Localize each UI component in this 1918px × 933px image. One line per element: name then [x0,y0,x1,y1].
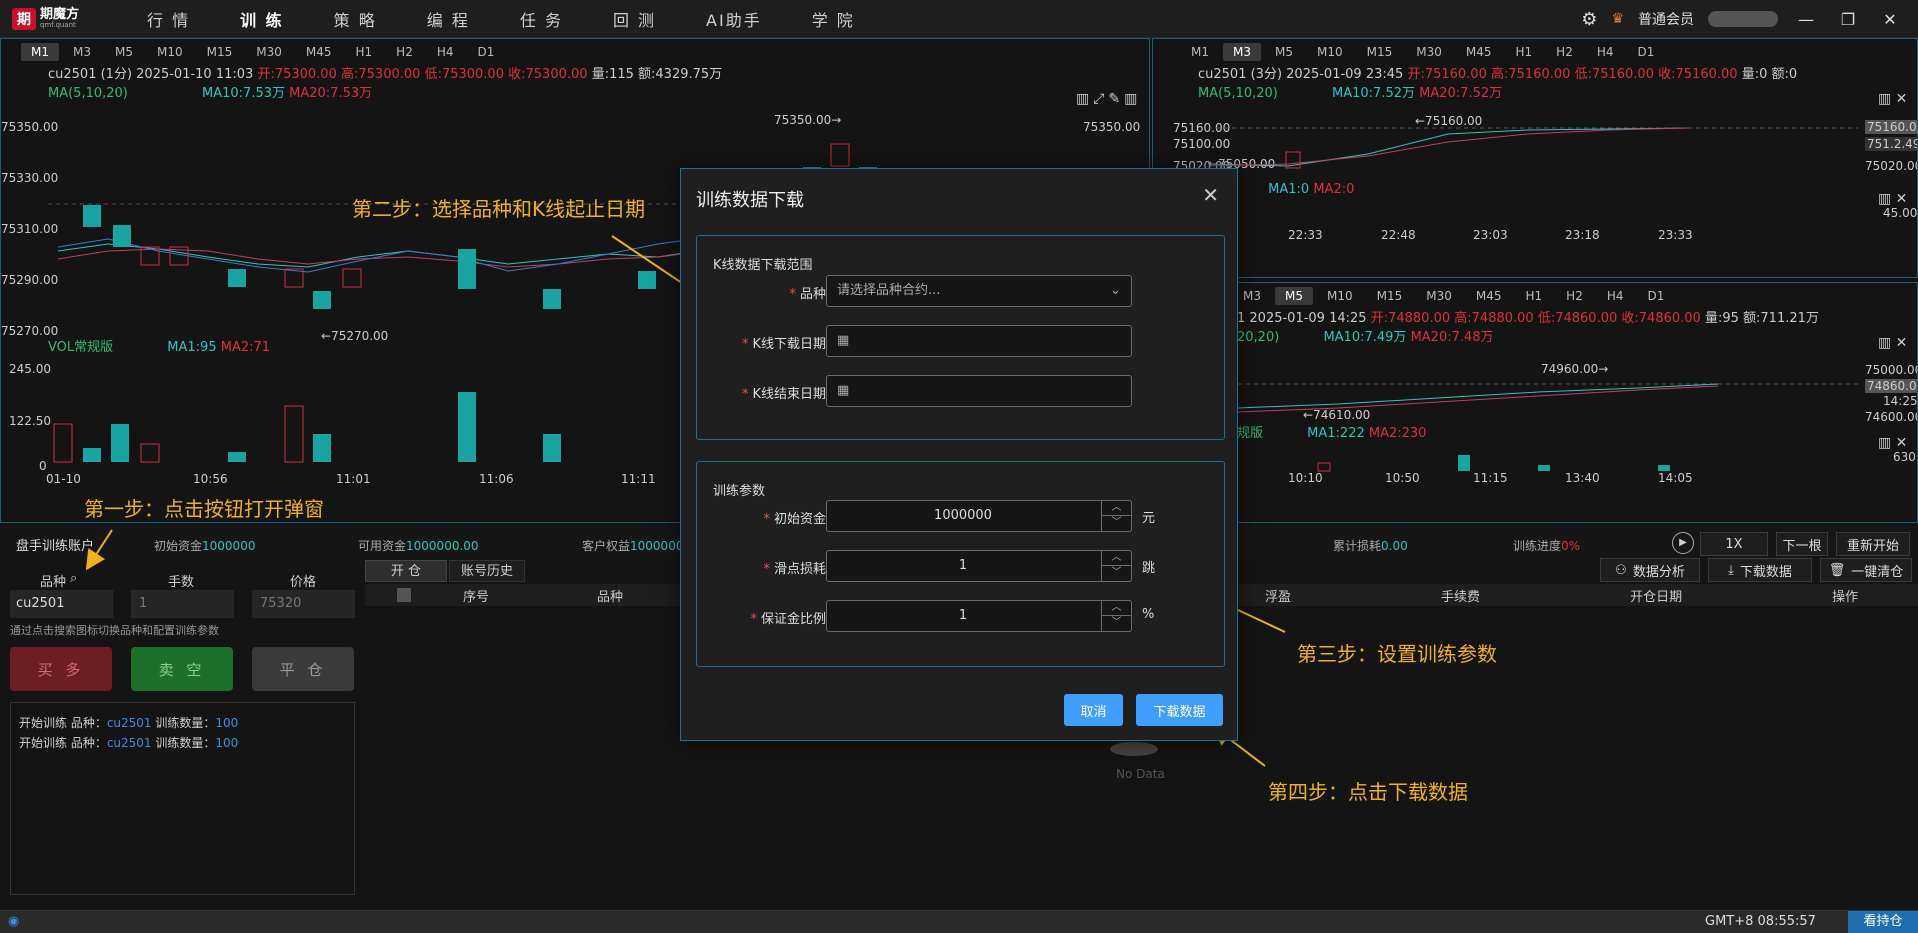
download-data-button[interactable]: 下载数据 [1136,694,1223,726]
symbol-select[interactable]: 请选择品种合约... ⌄ [826,275,1132,307]
training-params-title: 训练参数 [713,484,766,499]
start-date-input[interactable]: ▦ [826,325,1132,357]
capital-stepper[interactable]: ︿ ﹀ [1101,501,1131,531]
chevron-down-icon: ⌄ [1110,283,1121,298]
calendar-icon: ▦ [837,333,850,348]
chevron-down-icon[interactable]: ﹀ [1102,516,1131,531]
kline-range-title: K线数据下载范围 [713,258,813,273]
end-date-input[interactable]: ▦ [826,375,1132,407]
symbol-row: * 品种 请选择品种合约... ⌄ [697,275,1226,307]
close-icon[interactable]: ✕ [1202,183,1219,207]
slippage-unit: 跳 [1142,561,1156,576]
chevron-down-icon[interactable]: ﹀ [1102,616,1131,631]
start-date-row: * K线下载日期 ▦ [697,325,1226,357]
chevron-down-icon[interactable]: ﹀ [1102,566,1131,581]
chevron-up-icon[interactable]: ︿ [1102,601,1131,616]
end-date-row: * K线结束日期 ▦ [697,375,1226,407]
slippage-label: * 滑点损耗 [763,562,826,577]
margin-unit: % [1142,607,1155,622]
margin-label: * 保证金比例 [750,612,826,627]
margin-stepper[interactable]: ︿ ﹀ [1101,601,1131,631]
margin-row: * 保证金比例 1 ︿ ﹀ % [697,600,1226,632]
end-date-label: * K线结束日期 [741,387,826,402]
dialog-title: 训练数据下载 [696,190,804,211]
calendar-icon: ▦ [837,383,850,398]
start-date-label: * K线下载日期 [741,337,826,352]
chevron-up-icon[interactable]: ︿ [1102,501,1131,516]
training-data-download-dialog: 训练数据下载 ✕ K线数据下载范围 * 品种 请选择品种合约... ⌄ * K线下载日… [680,168,1238,741]
margin-input[interactable]: 1 ︿ ﹀ [826,600,1132,632]
slippage-stepper[interactable]: ︿ ﹀ [1101,551,1131,581]
capital-row: * 初始资金 1000000 ︿ ﹀ 元 [697,500,1226,532]
kline-range-section: K线数据下载范围 * 品种 请选择品种合约... ⌄ * K线下载日期 ▦ * K线结束… [696,235,1225,440]
chevron-up-icon[interactable]: ︿ [1102,551,1131,566]
cancel-button[interactable]: 取消 [1064,694,1123,726]
symbol-field-label: * 品种 [789,287,826,302]
training-params-section: 训练参数 * 初始资金 1000000 ︿ ﹀ 元 * 滑点损耗 1 ︿ ﹀ 跳 * 保证… [696,461,1225,667]
capital-unit: 元 [1142,511,1156,526]
capital-input[interactable]: 1000000 ︿ ﹀ [826,500,1132,532]
slippage-row: * 滑点损耗 1 ︿ ﹀ 跳 [697,550,1226,582]
slippage-input[interactable]: 1 ︿ ﹀ [826,550,1132,582]
capital-label: * 初始资金 [763,512,826,527]
